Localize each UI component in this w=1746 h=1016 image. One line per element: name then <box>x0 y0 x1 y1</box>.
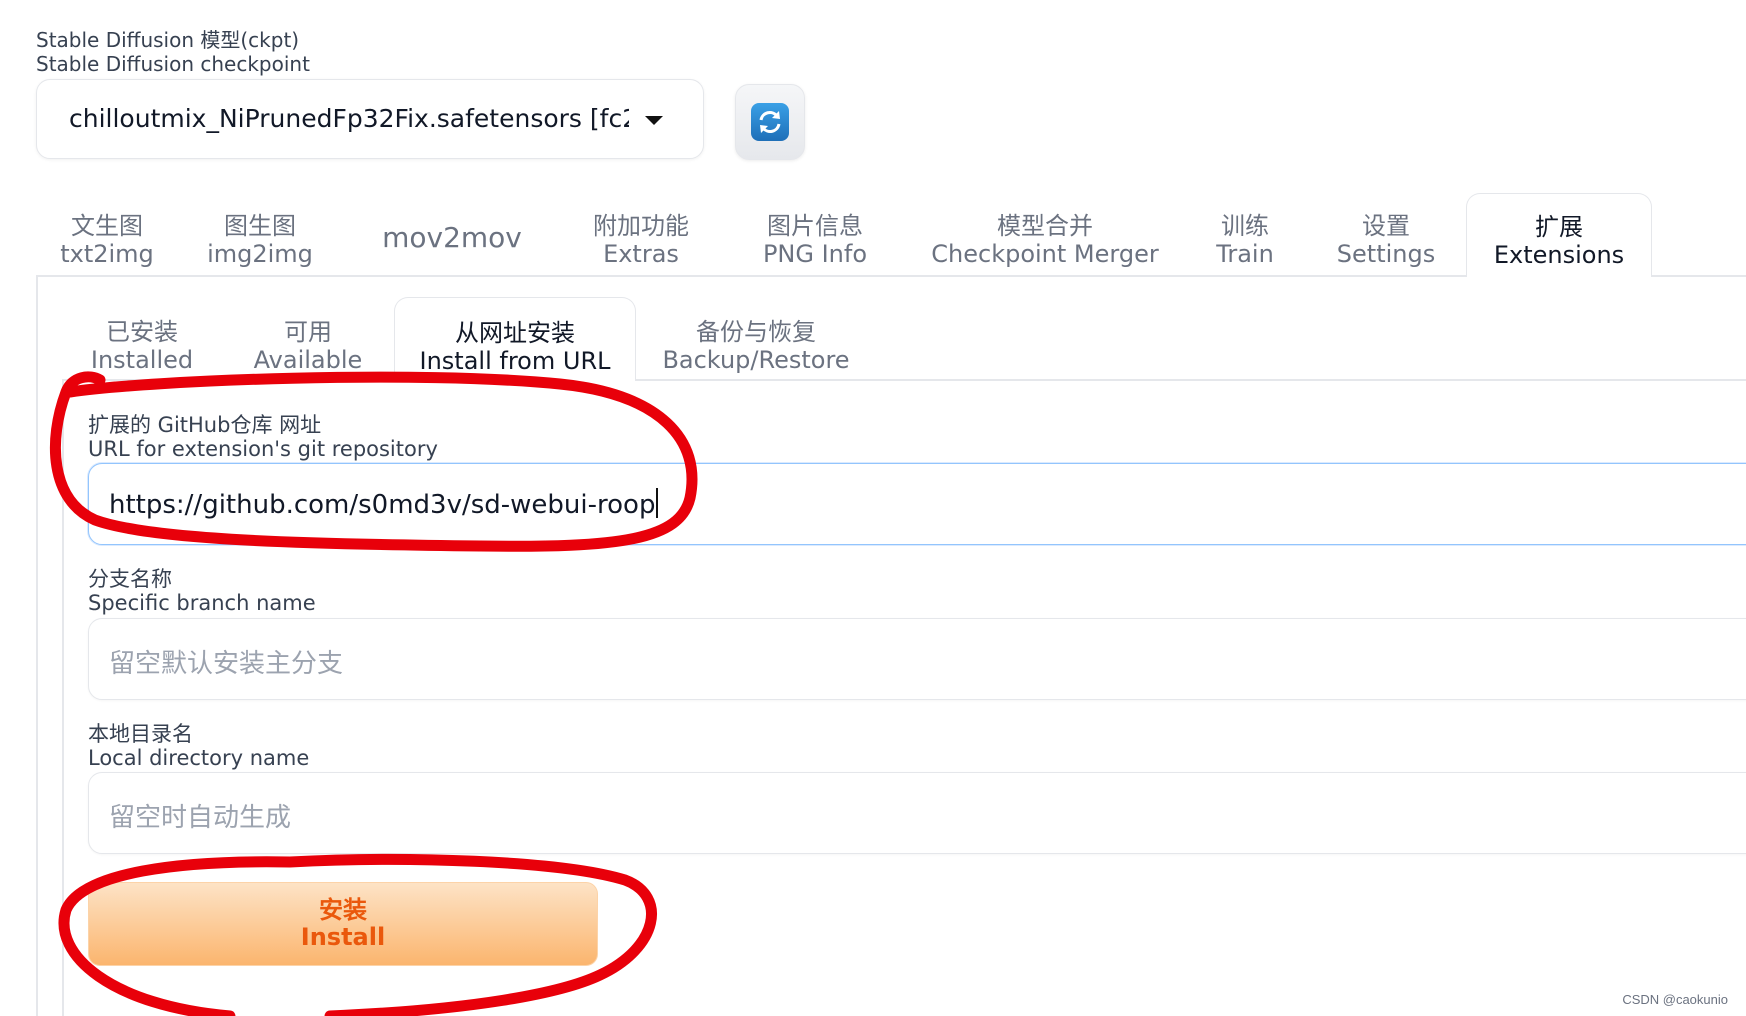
repo-url-label-en: URL for extension's git repository <box>88 437 438 461</box>
extensions-panel-border <box>36 276 38 1016</box>
tab-label-zh: 文生图 <box>71 212 143 240</box>
tab-label-en: PNG Info <box>762 240 868 268</box>
subtab-installed[interactable]: 已安装 Installed <box>86 318 198 374</box>
tab-label: mov2mov <box>382 221 522 254</box>
tab-settings[interactable]: 设置 Settings <box>1326 212 1446 268</box>
tab-checkpoint-merger[interactable]: 模型合并 Checkpoint Merger <box>930 212 1160 268</box>
branch-label-zh: 分支名称 <box>88 567 172 591</box>
subtab-available[interactable]: 可用 Available <box>248 318 368 374</box>
branch-label: 分支名称 Specific branch name <box>88 567 316 615</box>
tab-label-zh: 图生图 <box>224 212 296 240</box>
tab-txt2img[interactable]: 文生图 txt2img <box>52 212 162 268</box>
repo-url-value: https://github.com/s0md3v/sd-webui-roop <box>109 490 656 520</box>
local-dir-input[interactable]: 留空时自动生成 <box>88 772 1746 854</box>
subtab-label-zh: 从网址安装 <box>455 319 575 347</box>
tab-label-zh: 扩展 <box>1535 213 1583 241</box>
tab-label-zh: 附加功能 <box>593 212 689 240</box>
branch-label-en: Specific branch name <box>88 591 316 615</box>
checkpoint-dropdown[interactable]: chilloutmix_NiPrunedFp32Fix.safetensors … <box>36 79 704 159</box>
text-cursor <box>656 488 659 518</box>
checkpoint-value: chilloutmix_NiPrunedFp32Fix.safetensors … <box>69 104 629 133</box>
install-button-label-zh: 安装 <box>319 896 367 924</box>
branch-placeholder: 留空默认安装主分支 <box>109 649 344 679</box>
local-dir-label: 本地目录名 Local directory name <box>88 722 309 770</box>
watermark: CSDN @caokunio <box>1622 992 1728 1007</box>
local-dir-label-en: Local directory name <box>88 746 310 770</box>
refresh-icon <box>751 103 789 141</box>
sub-tabs-divider <box>62 379 1746 381</box>
tab-label-zh: 设置 <box>1362 212 1410 240</box>
subtab-label-en: Install from URL <box>419 347 611 375</box>
tab-label-en: Extensions <box>1493 241 1625 269</box>
tab-label-en: Checkpoint Merger <box>931 240 1159 268</box>
tab-label-en: Settings <box>1336 240 1436 268</box>
tab-label-en: Train <box>1216 240 1274 268</box>
tab-extensions[interactable]: 扩展 Extensions <box>1466 193 1652 277</box>
repo-url-input[interactable]: https://github.com/s0md3v/sd-webui-roop <box>88 463 1746 545</box>
local-dir-placeholder: 留空时自动生成 <box>109 803 292 833</box>
subtab-label-en: Available <box>253 346 363 374</box>
tab-label-en: img2img <box>207 240 313 268</box>
repo-url-label-zh: 扩展的 GitHub仓库 网址 <box>88 413 322 437</box>
subtab-backup-restore[interactable]: 备份与恢复 Backup/Restore <box>660 318 852 374</box>
subtab-label-zh: 备份与恢复 <box>696 318 816 346</box>
subtab-label-zh: 已安装 <box>106 318 178 346</box>
tab-label-zh: 训练 <box>1221 212 1269 240</box>
tab-label-en: txt2img <box>60 240 154 268</box>
local-dir-label-zh: 本地目录名 <box>88 722 193 746</box>
tab-mov2mov[interactable]: mov2mov <box>372 224 532 252</box>
refresh-checkpoint-button[interactable] <box>735 84 805 160</box>
tab-label-zh: 图片信息 <box>767 212 863 240</box>
subtab-label-zh: 可用 <box>284 318 332 346</box>
repo-url-label: 扩展的 GitHub仓库 网址 URL for extension's git … <box>88 413 438 461</box>
tab-label-zh: 模型合并 <box>997 212 1093 240</box>
chevron-down-icon <box>645 116 663 125</box>
tab-img2img[interactable]: 图生图 img2img <box>200 212 320 268</box>
checkpoint-label: Stable Diffusion 模型(ckpt) Stable Diffusi… <box>36 28 310 76</box>
branch-input[interactable]: 留空默认安装主分支 <box>88 618 1746 700</box>
install-button[interactable]: 安装 Install <box>88 882 598 966</box>
checkpoint-label-en: Stable Diffusion checkpoint <box>36 52 310 76</box>
tab-extras[interactable]: 附加功能 Extras <box>576 212 706 268</box>
tab-train[interactable]: 训练 Train <box>1200 212 1290 268</box>
install-panel-border <box>62 380 64 1016</box>
install-button-label-en: Install <box>300 923 386 951</box>
tab-png-info[interactable]: 图片信息 PNG Info <box>750 212 880 268</box>
subtab-label-en: Backup/Restore <box>662 346 850 374</box>
subtab-label-en: Installed <box>90 346 194 374</box>
subtab-install-from-url[interactable]: 从网址安装 Install from URL <box>394 297 636 381</box>
checkpoint-label-zh: Stable Diffusion 模型(ckpt) <box>36 28 300 52</box>
tab-label-en: Extras <box>603 240 679 268</box>
